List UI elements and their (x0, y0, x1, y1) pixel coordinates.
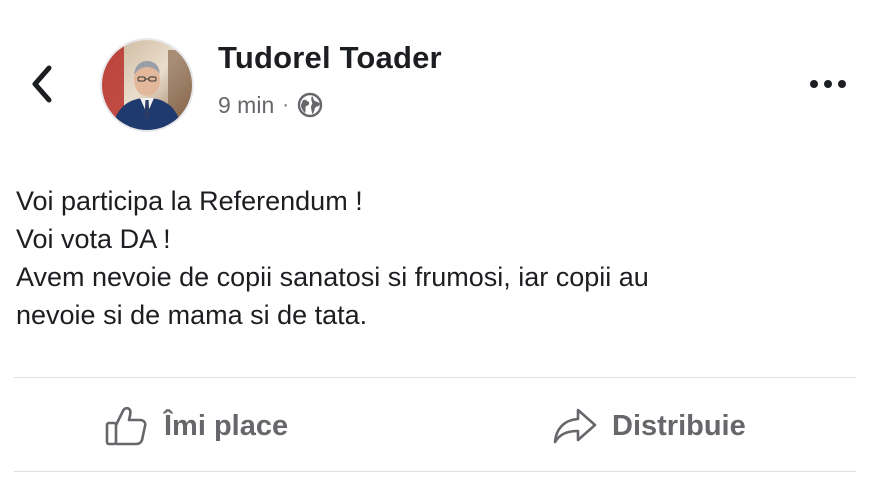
post-line: nevoie si de mama si de tata. (16, 300, 368, 330)
post-line: Voi vota DA ! (16, 224, 171, 254)
like-button[interactable]: Îmi place (104, 400, 288, 452)
thumbs-up-icon (105, 406, 147, 446)
divider (14, 377, 856, 378)
share-button[interactable]: Distribuie (552, 400, 746, 452)
like-label: Îmi place (164, 409, 289, 442)
globe-icon (297, 92, 323, 118)
author-name[interactable]: Tudorel Toader (218, 40, 442, 76)
post-meta: 9 min · (218, 88, 323, 122)
post-time[interactable]: 9 min (218, 92, 274, 119)
more-horizontal-icon (810, 80, 846, 88)
post-line: Avem nevoie de copii sanatosi si frumosi… (16, 262, 649, 292)
meta-separator: · (282, 93, 289, 116)
divider (14, 471, 856, 472)
back-button[interactable] (22, 62, 62, 106)
profile-photo (102, 40, 192, 130)
post-line: Voi participa la Referendum ! (16, 186, 363, 216)
more-options-button[interactable] (806, 70, 850, 98)
chevron-left-icon (32, 65, 52, 103)
post-text: Voi participa la Referendum ! Voi vota D… (16, 182, 856, 334)
share-arrow-icon (553, 408, 597, 444)
share-label: Distribuie (612, 409, 746, 442)
avatar[interactable] (100, 38, 194, 132)
